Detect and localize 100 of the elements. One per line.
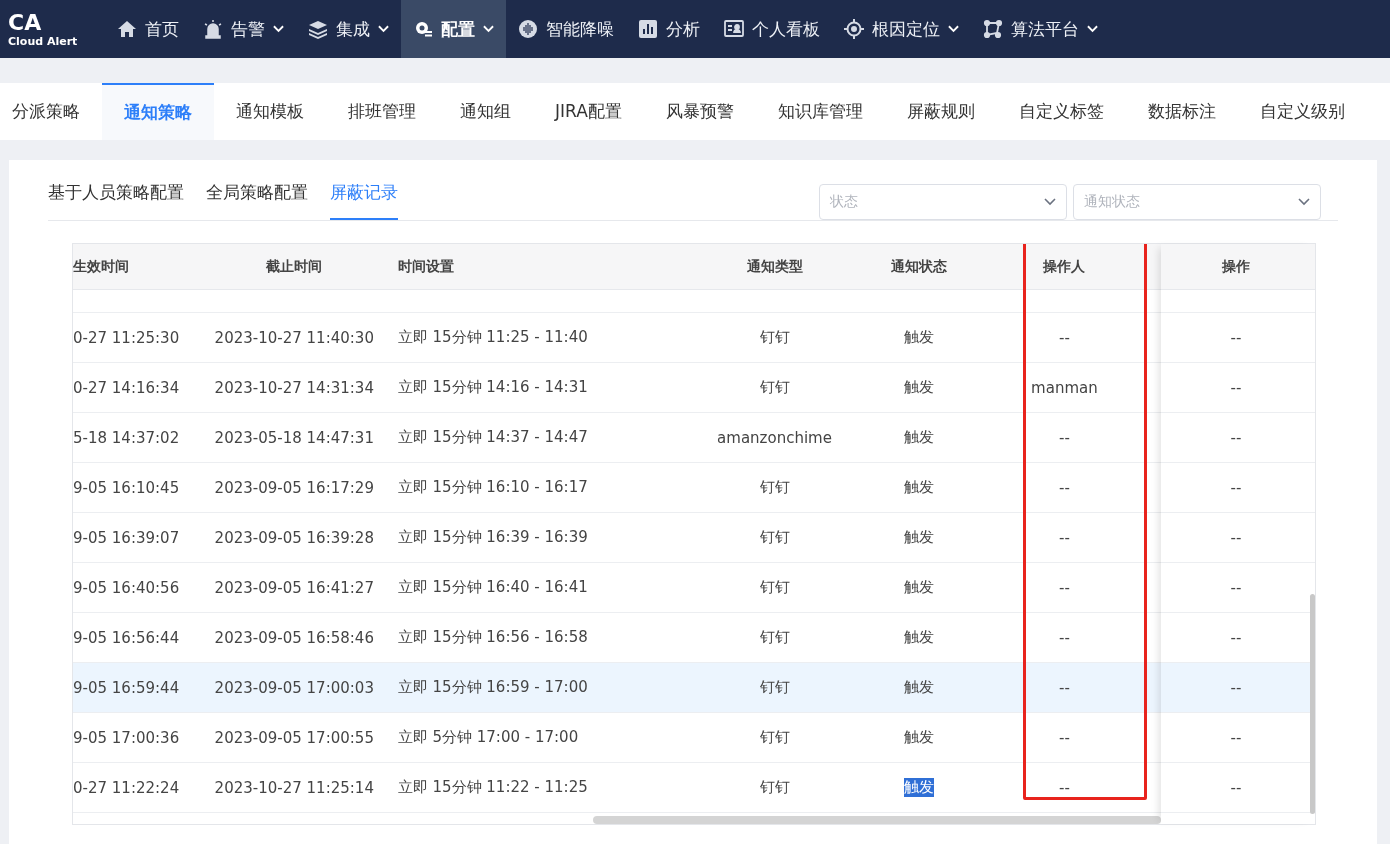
column-header: 操作	[1221, 256, 1251, 276]
table-cell: --	[1230, 728, 1242, 747]
table-cell: --	[1230, 678, 1242, 697]
column-header: 时间设置	[396, 256, 455, 276]
nav-menu-item[interactable]: 分析	[626, 0, 713, 58]
vertical-scrollbar[interactable]	[1310, 594, 1315, 814]
table-cell: 2023-09-05 16:58:46	[214, 628, 374, 647]
nav-menu-item[interactable]: 配置	[401, 0, 507, 58]
tab[interactable]: 自定义级别	[1237, 83, 1367, 140]
table-cell: 触发	[904, 478, 935, 497]
table-row[interactable]: 9-05 16:39:07 2023-09-05 16:39:28 立即 15分钟 16:39 - 16:39 钉钉 触发 --	[73, 513, 1161, 563]
column-header: 生效时间	[73, 256, 130, 276]
table-cell: 0-27 11:25:30	[73, 328, 180, 347]
target-icon	[844, 19, 865, 39]
caret-icon	[378, 25, 390, 33]
table-cell: 触发	[904, 328, 935, 347]
table-cell: 触发	[904, 578, 935, 597]
logo-mark: CA	[8, 10, 43, 35]
table-cell: 2023-09-05 17:00:55	[214, 728, 374, 747]
table-cell: 立即 15分钟 14:16 - 14:31	[397, 378, 588, 397]
tab[interactable]: 知识库管理	[755, 83, 885, 140]
sub-tab[interactable]: 全局策略配置	[206, 178, 308, 220]
table-cell: 钉钉	[759, 478, 790, 497]
table-cell: 2023-05-18 14:47:31	[214, 428, 374, 447]
tab[interactable]: 分派策略	[0, 83, 102, 140]
table-cell: 触发	[904, 678, 935, 697]
tab[interactable]: JIRA配置	[533, 83, 644, 140]
table-cell: 钉钉	[759, 728, 790, 747]
tab[interactable]: 屏蔽规则	[884, 83, 997, 140]
nav-menu-item[interactable]: 告警	[191, 0, 297, 58]
table-cell: 钉钉	[759, 328, 790, 347]
nav-menu-item[interactable]: 个人看板	[712, 0, 833, 58]
table-cell: 钉钉	[759, 628, 790, 647]
nav-menu-item[interactable]: 集成	[296, 0, 402, 58]
table-cell: 9-05 16:59:44	[73, 678, 180, 697]
table-cell: 2023-09-05 16:39:28	[214, 528, 374, 547]
table-cell: --	[1230, 478, 1242, 497]
tab[interactable]: 排班管理	[326, 83, 438, 140]
table-cell: --	[1058, 678, 1070, 697]
nav-menu-item[interactable]: 首页	[105, 0, 192, 58]
table-cell: 立即 15分钟 16:56 - 16:58	[397, 628, 588, 647]
table-cell: 9-05 16:10:45	[73, 478, 180, 497]
table-row[interactable]: 9-05 16:10:45 2023-09-05 16:17:29 立即 15分钟 16:10 - 16:17 钉钉 触发 --	[73, 463, 1161, 513]
home-icon	[117, 19, 138, 39]
table-cell: 立即 5分钟 17:00 - 17:00	[397, 728, 579, 747]
table-cell: --	[1058, 778, 1070, 797]
table-cell: 立即 15分钟 16:10 - 16:17	[397, 478, 588, 497]
table-row[interactable]: 9-05 17:00:36 2023-09-05 17:00:55 立即 5分钟 17:00 - 17:00 钉钉 触发 --	[73, 713, 1161, 763]
layers-icon	[308, 19, 329, 39]
table-cell: --	[1230, 578, 1242, 597]
column-header: 通知类型	[745, 256, 804, 276]
table-cell: 2023-10-27 14:31:34	[214, 378, 374, 397]
tab[interactable]: 数据标注	[1125, 83, 1238, 140]
table-cell: 立即 15分钟 16:40 - 16:41	[397, 578, 588, 597]
table-cell: 2023-09-05 16:17:29	[214, 478, 374, 497]
table-row[interactable]: 9-05 16:40:56 2023-09-05 16:41:27 立即 15分钟 16:40 - 16:41 钉钉 触发 --	[73, 563, 1161, 613]
table-cell: 立即 15分钟 14:37 - 14:47	[397, 428, 588, 447]
table-cell: 0-27 11:22:24	[73, 778, 180, 797]
table-cell: 钉钉	[759, 778, 790, 797]
caret-icon	[1087, 25, 1099, 33]
table-cell: --	[1058, 628, 1070, 647]
nav-menu-item[interactable]: 算法平台	[971, 0, 1111, 58]
table-cell: --	[1230, 378, 1242, 397]
table-cell: 触发	[904, 628, 935, 647]
nav-menu-item[interactable]: 智能降噪	[506, 0, 627, 58]
sub-tab[interactable]: 屏蔽记录	[330, 178, 398, 220]
column-header: 截止时间	[265, 256, 324, 276]
table-cell: --	[1058, 728, 1070, 747]
nodes-icon	[983, 19, 1004, 39]
alarm-icon	[203, 19, 224, 39]
table-cell: --	[1230, 778, 1242, 797]
table-cell: 2023-10-27 11:40:30	[214, 328, 374, 347]
table-cell: 2023-10-27 11:25:14	[214, 778, 374, 797]
table-cell: 钉钉	[759, 528, 790, 547]
column-header: 通知状态	[890, 256, 949, 276]
table-cell: 触发	[904, 428, 935, 447]
table-cell: --	[1230, 428, 1242, 447]
horizontal-scrollbar[interactable]	[593, 816, 1161, 824]
table-cell: 2023-09-05 17:00:03	[214, 678, 374, 697]
tab[interactable]: 通知模板	[214, 83, 326, 140]
table-row[interactable]: 9-05 16:59:44 2023-09-05 17:00:03 立即 15分钟 16:59 - 17:00 钉钉 触发 --	[73, 663, 1161, 713]
logo-name: Cloud Alert	[8, 34, 78, 48]
chevron-down-icon	[1298, 198, 1310, 206]
nav-menu-item[interactable]: 根因定位	[832, 0, 972, 58]
tab[interactable]: 通知策略	[102, 83, 214, 140]
table-cell: amanzonchime	[717, 428, 832, 447]
table-cell: 触发	[904, 378, 935, 397]
caret-icon	[483, 25, 495, 33]
table-cell: 2023-09-05 16:41:27	[214, 578, 374, 597]
table-row[interactable]: 5-18 14:37:02 2023-05-18 14:47:31 立即 15分钟 14:37 - 14:47 amanzonchime 触发 --	[73, 413, 1161, 463]
table-row[interactable]: 0-27 11:25:30 2023-10-27 11:40:30 立即 15分钟 11:25 - 11:40 钉钉 触发 --	[73, 313, 1161, 363]
table-cell: 立即 15分钟 11:22 - 11:25	[397, 778, 588, 797]
table-row[interactable]: 0-27 11:22:24 2023-10-27 11:25:14 立即 15分钟 11:22 - 11:25 钉钉 触发 --	[73, 763, 1161, 813]
sub-tab[interactable]: 基于人员策略配置	[48, 178, 184, 220]
tab[interactable]: 通知组	[438, 83, 533, 140]
table-cell: 触发	[904, 778, 935, 797]
table-row[interactable]: 0-27 14:16:34 2023-10-27 14:31:34 立即 15分钟 14:16 - 14:31 钉钉 触发 manman	[73, 363, 1161, 413]
table-cell: --	[1058, 328, 1070, 347]
tab[interactable]: 风暴预警	[643, 83, 756, 140]
tab[interactable]: 自定义标签	[996, 83, 1126, 140]
